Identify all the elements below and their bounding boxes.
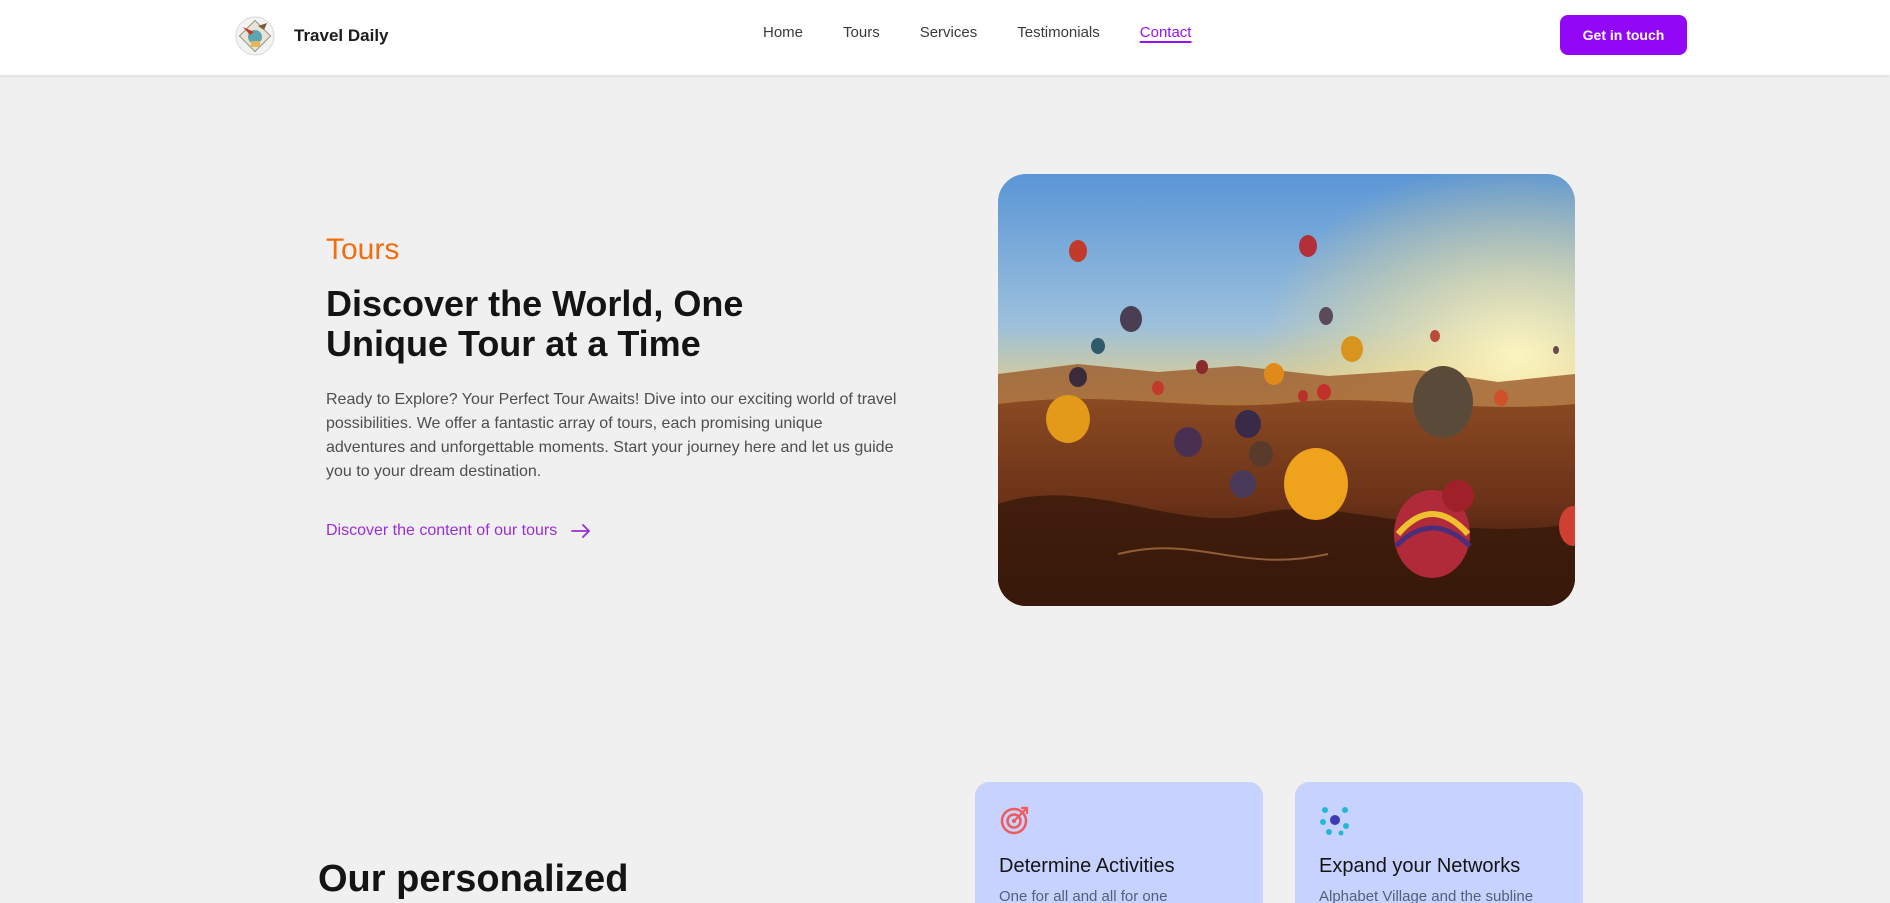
- brand[interactable]: Travel Daily: [234, 14, 389, 58]
- service-card-expand-networks[interactable]: Expand your Networks Alphabet Village an…: [1295, 782, 1583, 903]
- site-header: Travel Daily Home Tours Services Testimo…: [0, 0, 1890, 76]
- nav-contact[interactable]: Contact: [1140, 24, 1192, 41]
- discover-tours-link[interactable]: Discover the content of our tours: [326, 522, 591, 540]
- services-section-title: Our personalized: [318, 858, 629, 900]
- main-nav: Home Tours Services Testimonials Contact: [763, 24, 1191, 41]
- logo-icon: [235, 16, 275, 56]
- network-icon: [1320, 807, 1349, 836]
- arrow-right-icon: [571, 524, 591, 538]
- hot-air-balloons-image: [998, 174, 1575, 606]
- card-title: Determine Activities: [999, 855, 1175, 877]
- card-text: One for all and all for one: [999, 888, 1168, 903]
- nav-home[interactable]: Home: [763, 24, 803, 41]
- discover-tours-link-label: Discover the content of our tours: [326, 522, 558, 539]
- get-in-touch-button[interactable]: Get in touch: [1560, 15, 1687, 55]
- brand-name: Travel Daily: [294, 26, 389, 45]
- target-icon: [1000, 806, 1029, 835]
- service-card-determine-activities[interactable]: Determine Activities One for all and all…: [975, 782, 1263, 903]
- hero-image: [998, 174, 1575, 606]
- hero-description: Ready to Explore? Your Perfect Tour Awai…: [326, 391, 897, 480]
- nav-testimonials[interactable]: Testimonials: [1017, 24, 1100, 41]
- nav-tours[interactable]: Tours: [843, 24, 880, 41]
- card-text: Alphabet Village and the subline: [1319, 888, 1534, 903]
- hero-title: Discover the World, One Unique Tour at a…: [326, 283, 744, 364]
- nav-services[interactable]: Services: [920, 24, 978, 41]
- card-title: Expand your Networks: [1319, 855, 1521, 877]
- hero-eyebrow: Tours: [326, 233, 400, 266]
